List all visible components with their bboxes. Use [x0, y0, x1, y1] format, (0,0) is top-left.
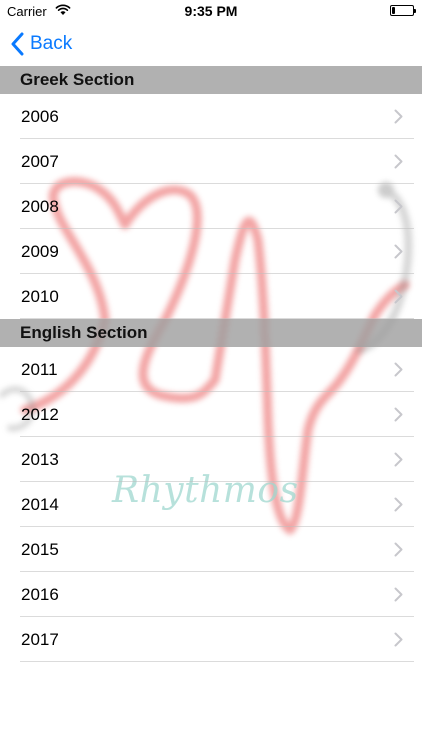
chevron-right-icon — [394, 289, 403, 304]
navigation-bar: Back — [0, 22, 422, 66]
table-row[interactable]: 2013 — [0, 437, 422, 482]
table-row[interactable]: 2014 — [0, 482, 422, 527]
section-header: Greek Section — [0, 66, 422, 94]
status-bar: Carrier 9:35 PM — [0, 0, 422, 22]
chevron-right-icon — [394, 199, 403, 214]
table-row[interactable]: 2015 — [0, 527, 422, 572]
battery-level-fill — [392, 7, 395, 14]
row-label: 2009 — [21, 242, 59, 261]
table-row[interactable]: 2006 — [0, 94, 422, 139]
table-row[interactable]: 2010 — [0, 274, 422, 319]
back-button[interactable]: Back — [10, 30, 72, 58]
battery-icon — [390, 5, 416, 16]
row-label: 2008 — [21, 197, 59, 216]
chevron-right-icon — [394, 109, 403, 124]
chevron-right-icon — [394, 587, 403, 602]
row-label: 2015 — [21, 540, 59, 559]
row-label: 2006 — [21, 107, 59, 126]
status-time: 9:35 PM — [184, 3, 238, 19]
table-row[interactable]: 2011 — [0, 347, 422, 392]
chevron-right-icon — [394, 154, 403, 169]
back-label: Back — [30, 33, 73, 54]
chevron-right-icon — [394, 632, 403, 647]
row-label: 2010 — [21, 287, 59, 306]
chevron-left-icon — [11, 32, 24, 56]
row-label: 2017 — [21, 630, 59, 649]
row-label: 2016 — [21, 585, 59, 604]
table-row[interactable]: 2007 — [0, 139, 422, 184]
table-row[interactable]: 2009 — [0, 229, 422, 274]
chevron-right-icon — [394, 244, 403, 259]
table-row[interactable]: 2008 — [0, 184, 422, 229]
row-label: 2013 — [21, 450, 59, 469]
table-row[interactable]: 2012 — [0, 392, 422, 437]
chevron-right-icon — [394, 542, 403, 557]
table-view: Greek Section 2006 2007 2008 2009 2010 English… — [0, 66, 422, 662]
row-label: 2011 — [21, 360, 58, 379]
row-label: 2007 — [21, 152, 59, 171]
chevron-right-icon — [394, 497, 403, 512]
chevron-right-icon — [394, 362, 403, 377]
chevron-right-icon — [394, 407, 403, 422]
section-header: English Section — [0, 319, 422, 347]
row-label: 2014 — [21, 495, 59, 514]
table-row[interactable]: 2017 — [0, 617, 422, 662]
row-label: 2012 — [21, 405, 59, 424]
table-row[interactable]: 2016 — [0, 572, 422, 617]
chevron-right-icon — [394, 452, 403, 467]
